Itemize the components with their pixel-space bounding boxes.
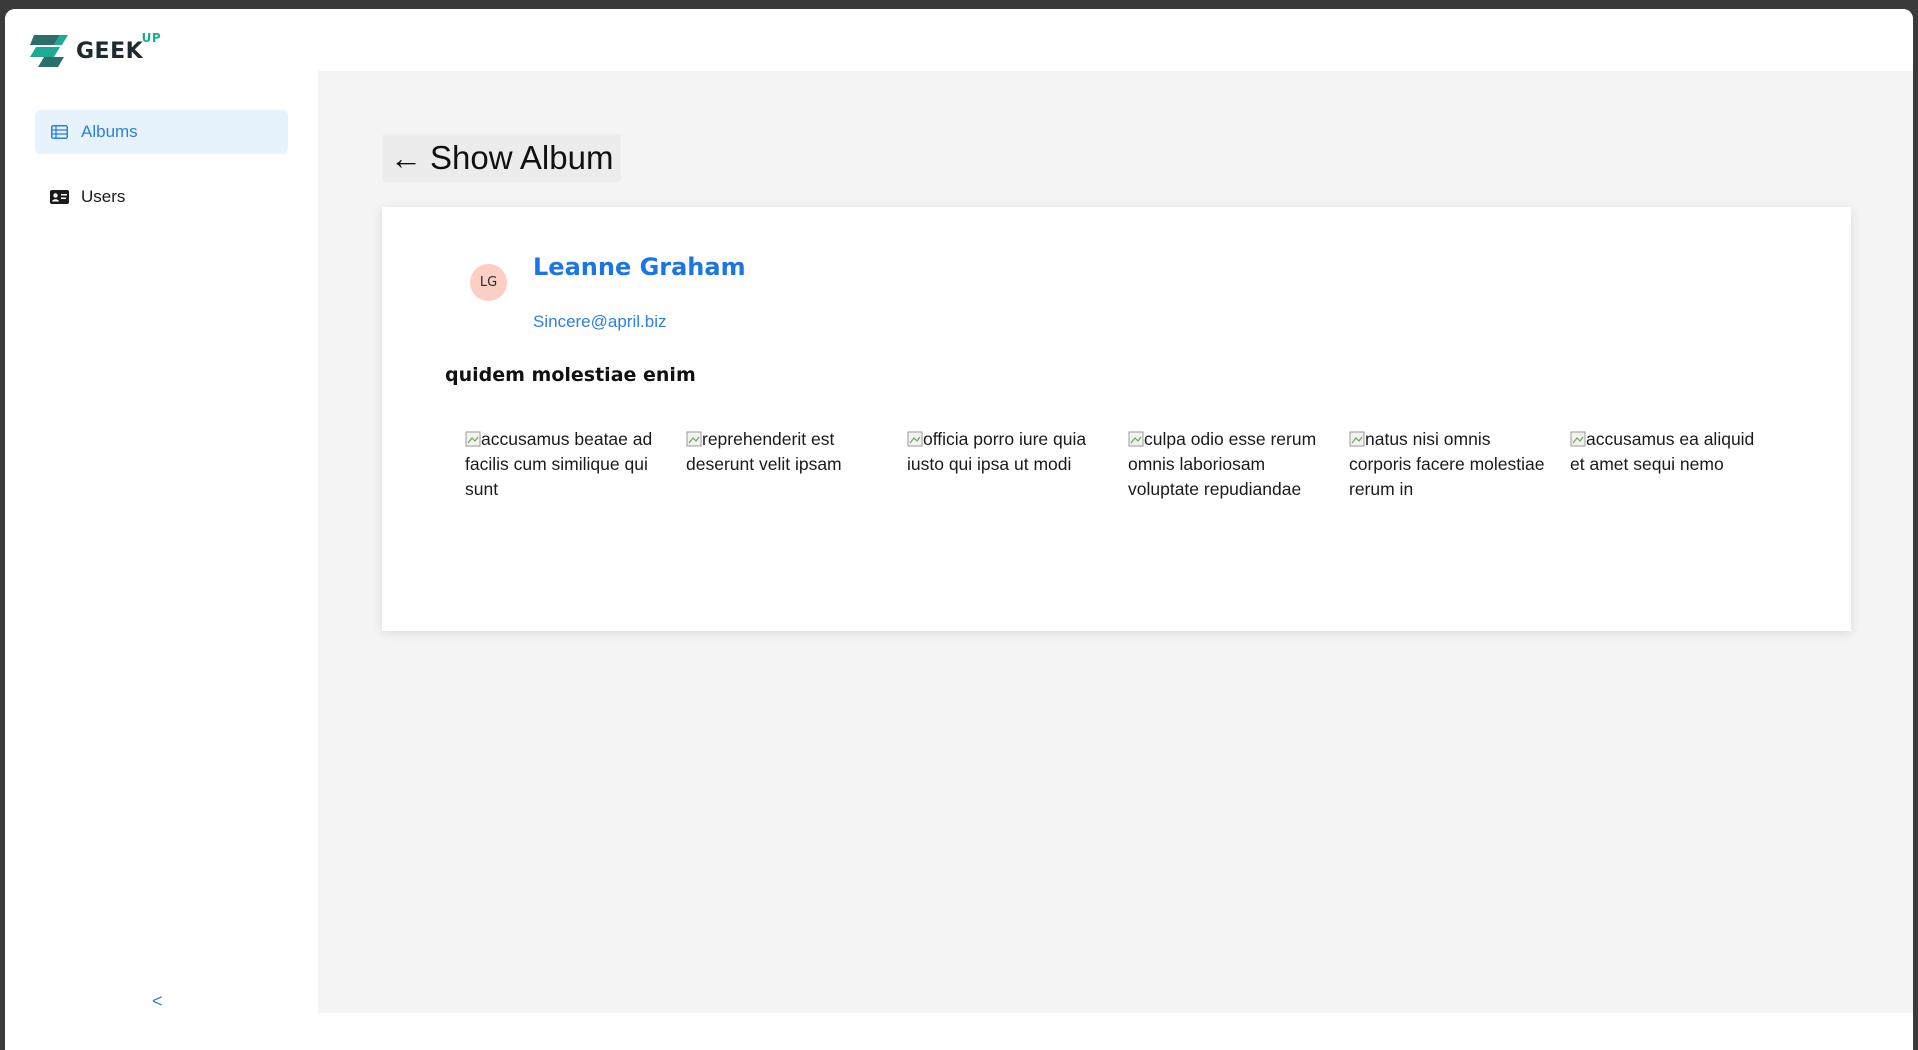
logo-text: GEEK UP: [76, 31, 161, 64]
photo-item[interactable]: accusamus beatae ad facilis cum similiqu…: [465, 427, 665, 502]
photo-grid: accusamus beatae ad facilis cum similiqu…: [465, 427, 1791, 502]
photo-item[interactable]: culpa odio esse rerum omnis laboriosam v…: [1128, 427, 1328, 502]
id-card-icon: [49, 187, 69, 207]
broken-image-icon: [1128, 429, 1144, 447]
photo-item[interactable]: reprehenderit est deserunt velit ipsam: [686, 427, 886, 502]
album-card: LG Leanne Graham Sincere@april.biz quide…: [382, 207, 1851, 631]
main-content: ← Show Album LG Leanne Graham Sincere@ap…: [318, 71, 1913, 1013]
photo-item[interactable]: officia porro iure quia iusto qui ipsa u…: [907, 427, 1107, 502]
broken-image-icon: [1570, 429, 1586, 447]
broken-image-icon: [1349, 429, 1365, 447]
user-name-link[interactable]: Leanne Graham: [533, 253, 746, 281]
broken-image-icon: [465, 429, 481, 447]
brand-superscript: UP: [141, 30, 162, 45]
sidebar-item-albums[interactable]: Albums: [35, 110, 288, 154]
broken-image-icon: [907, 429, 923, 447]
photo-alt-text: reprehenderit est deserunt velit ipsam: [686, 429, 842, 474]
sidebar-item-label: Users: [81, 187, 126, 206]
sidebar-item-users[interactable]: Users: [35, 175, 288, 219]
photo-alt-text: accusamus beatae ad facilis cum similiqu…: [465, 429, 653, 499]
sidebar: Albums Users <: [5, 71, 318, 1050]
photo-item[interactable]: accusamus ea aliquid et amet sequi nemo: [1570, 427, 1770, 502]
user-email-link[interactable]: Sincere@april.biz: [533, 312, 666, 332]
header: GEEK UP: [5, 9, 1913, 71]
logo[interactable]: GEEK UP: [30, 31, 161, 69]
table-list-icon: [49, 122, 69, 142]
sidebar-item-label: Albums: [81, 122, 138, 141]
collapse-sidebar-button[interactable]: <: [152, 991, 163, 1012]
photo-alt-text: officia porro iure quia iusto qui ipsa u…: [907, 429, 1087, 474]
logo-mark-icon: [30, 35, 68, 67]
photo-item[interactable]: natus nisi omnis corporis facere molesti…: [1349, 427, 1549, 502]
avatar: LG: [470, 264, 507, 301]
brand-text: GEEK: [76, 38, 144, 64]
back-button[interactable]: ← Show Album: [382, 134, 622, 182]
page-title: Show Album: [430, 139, 614, 176]
broken-image-icon: [686, 429, 702, 447]
photo-alt-text: culpa odio esse rerum omnis laboriosam v…: [1128, 429, 1317, 499]
footer-strip: [318, 1013, 1913, 1050]
photo-alt-text: accusamus ea aliquid et amet sequi nemo: [1570, 429, 1755, 474]
app-window: GEEK UP Albums Users < ← Show Album LG L…: [5, 9, 1913, 1050]
back-arrow-icon: ←: [390, 139, 422, 176]
photo-alt-text: natus nisi omnis corporis facere molesti…: [1349, 429, 1545, 499]
album-title: quidem molestiae enim: [445, 364, 696, 386]
